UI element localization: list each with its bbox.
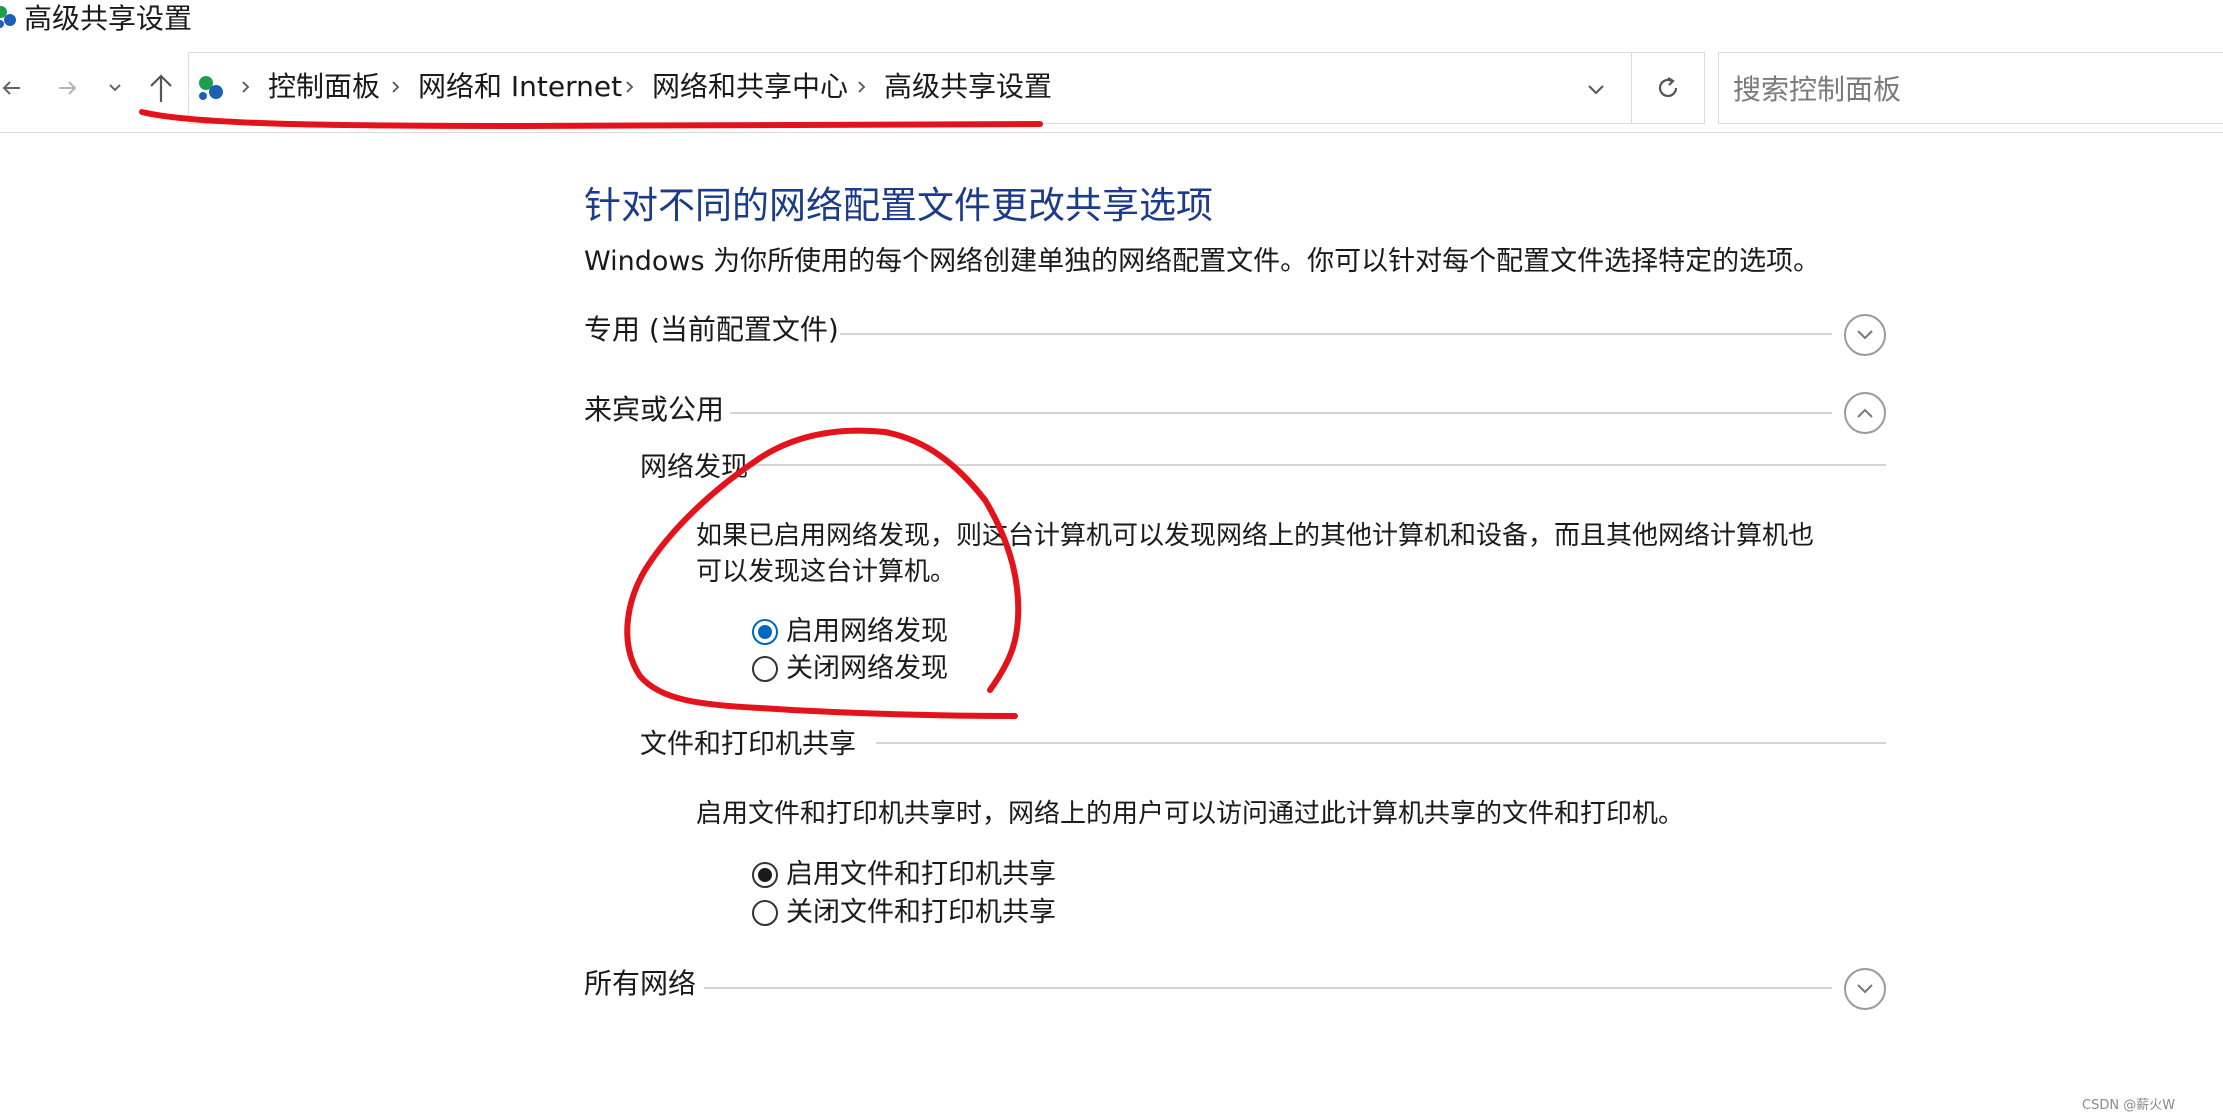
radio-label: 关闭网络发现 — [786, 653, 948, 684]
breadcrumb-advanced-sharing[interactable]: 高级共享设置 — [884, 67, 1052, 107]
file-printer-sharing-label: 文件和打印机共享 — [640, 729, 856, 760]
watermark: CSDN @薪火W — [2082, 1098, 2176, 1113]
title-bar — [0, 0, 2223, 40]
chevron-down-icon — [109, 84, 121, 92]
radio-label: 启用网络发现 — [786, 616, 948, 647]
radio-button[interactable] — [752, 900, 778, 926]
radio-button-selected[interactable] — [752, 862, 778, 888]
divider — [752, 464, 1886, 466]
refresh-button[interactable] — [1631, 52, 1705, 124]
search-input[interactable] — [1731, 53, 2215, 125]
network-discovery-label: 网络发现 — [640, 452, 748, 483]
back-arrow-icon — [2, 81, 20, 95]
recent-locations-button[interactable] — [102, 66, 128, 110]
collapse-guest-public-button[interactable] — [1844, 392, 1886, 434]
divider — [730, 412, 1832, 414]
divider — [840, 333, 1832, 335]
radio-label: 关闭文件和打印机共享 — [786, 897, 1056, 928]
chevron-down-icon — [1588, 85, 1604, 95]
radio-label: 启用文件和打印机共享 — [786, 859, 1056, 890]
breadcrumb-separator-icon — [236, 70, 256, 104]
up-arrow-icon — [150, 74, 172, 102]
breadcrumb-separator-icon — [620, 70, 640, 104]
breadcrumb-separator-icon — [852, 70, 872, 104]
back-button[interactable] — [0, 66, 30, 110]
chevron-up-icon — [1857, 408, 1873, 418]
up-button[interactable] — [144, 66, 178, 110]
profile-guest-public-label[interactable]: 来宾或公用 — [584, 390, 724, 430]
address-dropdown-button[interactable] — [1580, 76, 1612, 104]
profile-all-networks-label[interactable]: 所有网络 — [584, 964, 696, 1004]
search-box[interactable] — [1718, 52, 2223, 125]
breadcrumb-network-internet[interactable]: 网络和 Internet — [418, 67, 622, 107]
radio-disable-network-discovery[interactable]: 关闭网络发现 — [752, 650, 948, 688]
profile-private-label[interactable]: 专用 (当前配置文件) — [584, 310, 839, 350]
divider — [704, 987, 1832, 989]
forward-button[interactable] — [50, 66, 84, 110]
chevron-down-icon — [1857, 330, 1873, 340]
expand-private-button[interactable] — [1844, 314, 1886, 356]
radio-disable-file-printer-sharing[interactable]: 关闭文件和打印机共享 — [752, 894, 1056, 932]
forward-arrow-icon — [59, 81, 77, 95]
radio-enable-network-discovery[interactable]: 启用网络发现 — [752, 613, 948, 651]
radio-enable-file-printer-sharing[interactable]: 启用文件和打印机共享 — [752, 856, 1056, 894]
breadcrumb-control-panel[interactable]: 控制面板 — [268, 67, 380, 107]
breadcrumb-network-sharing-center[interactable]: 网络和共享中心 — [652, 67, 848, 107]
breadcrumb-separator-icon — [386, 70, 406, 104]
page-description: Windows 为你所使用的每个网络创建单独的网络配置文件。你可以针对每个配置文… — [584, 246, 1821, 277]
window-title: 高级共享设置 — [24, 2, 193, 35]
control-panel-icon — [194, 74, 226, 104]
network-discovery-text-line1: 如果已启用网络发现，则这台计算机可以发现网络上的其他计算机和设备，而且其他网络计… — [696, 521, 1815, 551]
radio-button[interactable] — [752, 656, 778, 682]
expand-all-networks-button[interactable] — [1844, 968, 1886, 1010]
chevron-down-icon — [1857, 984, 1873, 994]
red-annotation-overlay — [139, 109, 1043, 719]
radio-button-selected[interactable] — [752, 619, 778, 645]
network-discovery-text-line2: 可以发现这台计算机。 — [696, 557, 957, 587]
network-icon — [0, 4, 18, 30]
refresh-icon — [1658, 77, 1678, 97]
file-printer-sharing-text: 启用文件和打印机共享时，网络上的用户可以访问通过此计算机共享的文件和打印机。 — [696, 799, 1685, 829]
page-heading: 针对不同的网络配置文件更改共享选项 — [584, 184, 1213, 227]
divider — [876, 742, 1886, 744]
